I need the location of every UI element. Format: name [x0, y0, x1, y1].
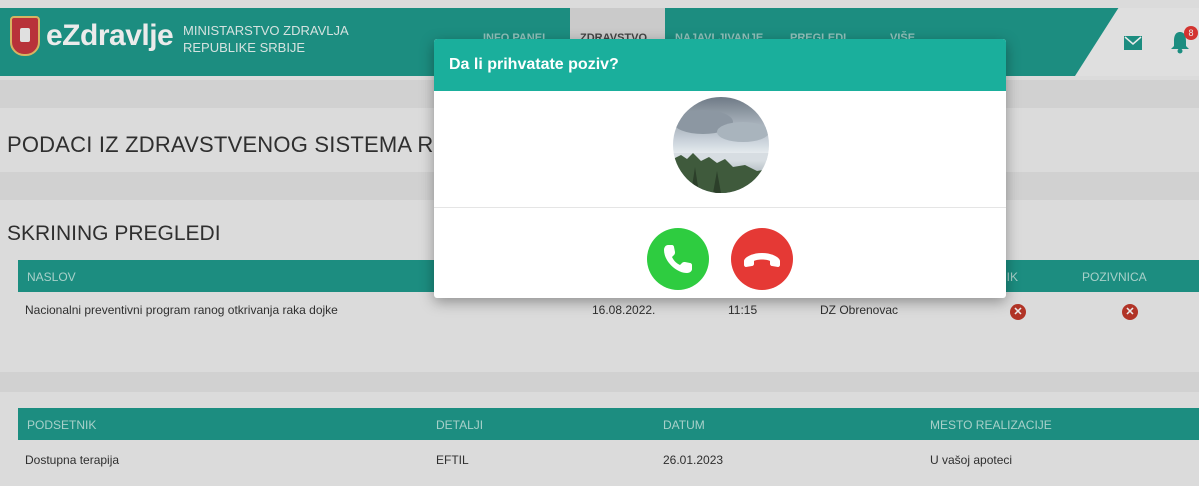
accept-call-button[interactable] — [647, 228, 709, 290]
modal-divider — [434, 207, 1006, 208]
phone-accept-icon — [664, 245, 692, 273]
caller-avatar — [673, 97, 769, 193]
incoming-call-modal: Da li prihvatate poziv? — [434, 39, 1006, 298]
phone-hangup-icon — [744, 253, 780, 267]
reject-call-button[interactable] — [731, 228, 793, 290]
modal-title: Da li prihvatate poziv? — [449, 56, 619, 73]
